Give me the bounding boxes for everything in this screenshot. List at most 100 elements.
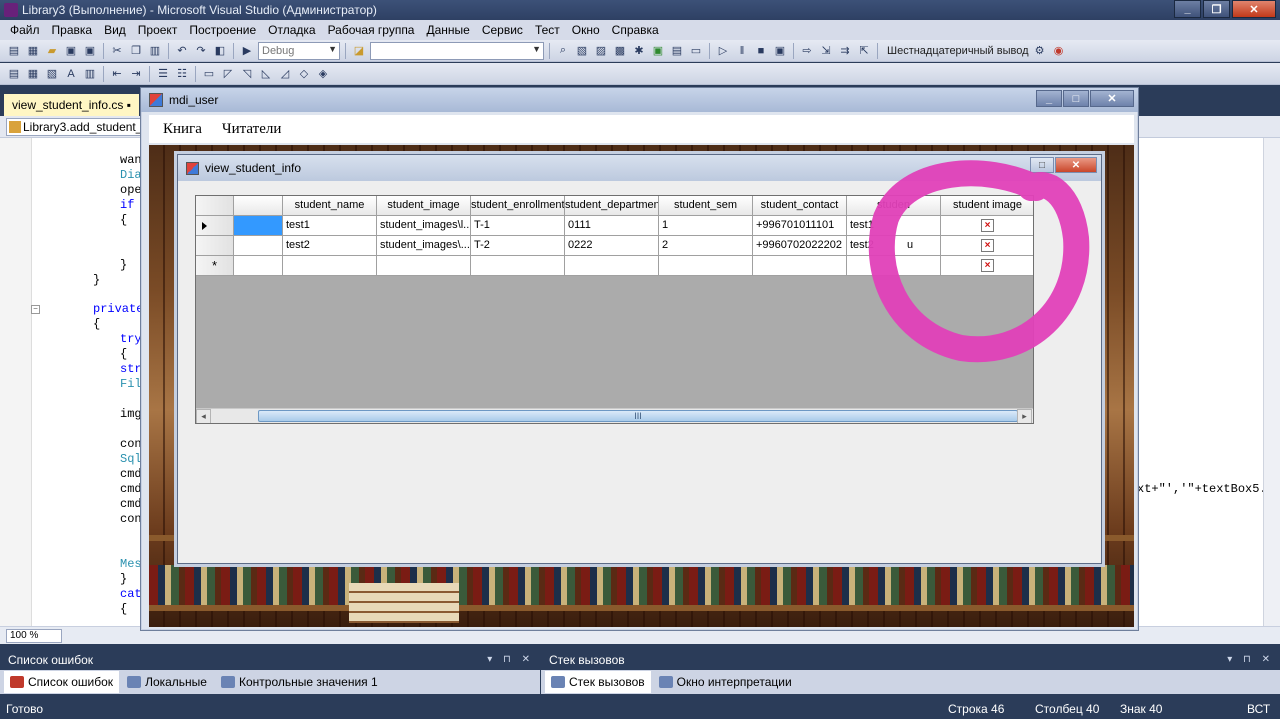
bookmark-window-icon[interactable]: ◈ [315, 66, 331, 82]
cell-student-name[interactable] [283, 256, 377, 276]
menu-build[interactable]: Построение [183, 23, 262, 37]
comment-lines-icon[interactable]: ☰ [155, 66, 171, 82]
child-title-bar[interactable]: view_student_info □ ✕ [178, 155, 1101, 181]
new-row-header[interactable]: * [196, 256, 234, 276]
continue-icon[interactable]: ▷ [715, 43, 731, 59]
scroll-right-arrow-icon[interactable]: ▸ [1017, 409, 1032, 423]
find-in-files-icon[interactable]: ◪ [351, 43, 367, 59]
cell-contact[interactable] [753, 256, 847, 276]
editor-vertical-scrollbar[interactable] [1263, 138, 1280, 626]
column-header-student-sem[interactable]: student_sem [659, 196, 753, 216]
menu-edit[interactable]: Правка [46, 23, 99, 37]
menu-help[interactable]: Справка [606, 23, 665, 37]
copy-icon[interactable]: ❐ [128, 43, 144, 59]
mdi-title-bar[interactable]: mdi_user _ □ ✕ [141, 88, 1138, 112]
cell-sem[interactable] [659, 256, 753, 276]
object-browser-icon[interactable]: ▩ [612, 43, 628, 59]
cell-contact[interactable]: +9960702022202 [753, 236, 847, 256]
save-icon[interactable]: ▣ [63, 43, 79, 59]
menu-data[interactable]: Данные [420, 23, 475, 37]
show-next-statement-icon[interactable]: ⇨ [799, 43, 815, 59]
cell-department[interactable] [565, 256, 659, 276]
cell-blank[interactable] [234, 236, 283, 256]
toolbox-icon[interactable]: ✱ [631, 43, 647, 59]
cell-contact[interactable]: +996701011101 [753, 216, 847, 236]
type-combo[interactable]: Library3.add_student_i [6, 118, 146, 136]
bookmark-toggle-icon[interactable]: ▭ [201, 66, 217, 82]
redo-icon[interactable]: ↷ [193, 43, 209, 59]
cell-enrollment[interactable]: T-2 [471, 236, 565, 256]
cell-image[interactable]: × [941, 216, 1033, 236]
bookmark-next-icon[interactable]: ◹ [239, 66, 255, 82]
cell-truncated-column[interactable]: test1 [847, 216, 941, 236]
tab-watch-1[interactable]: Контрольные значения 1 [215, 671, 384, 693]
cell-image[interactable]: × [941, 236, 1033, 256]
cell-student-image-path[interactable]: student_images\l... [377, 216, 471, 236]
list-members-icon[interactable]: ▤ [6, 66, 22, 82]
maximize-button[interactable]: ❐ [1203, 0, 1230, 18]
menu-view[interactable]: Вид [98, 23, 132, 37]
command-window-icon[interactable]: ▭ [688, 43, 704, 59]
undo-icon[interactable]: ↶ [174, 43, 190, 59]
menu-debug[interactable]: Отладка [262, 23, 321, 37]
menu-test[interactable]: Тест [529, 23, 566, 37]
column-header-student-truncated[interactable]: studen [847, 196, 941, 216]
break-all-icon[interactable]: ‖ [734, 43, 750, 59]
column-header-student-name[interactable]: student_name [283, 196, 377, 216]
properties-icon[interactable]: ▨ [593, 43, 609, 59]
cell-blank[interactable] [234, 256, 283, 276]
bookmark-clear-icon[interactable]: ◇ [296, 66, 312, 82]
table-row[interactable]: test1 student_images\l... T-1 0111 1 +99… [196, 216, 1033, 236]
cell-sem[interactable]: 2 [659, 236, 753, 256]
cell-student-name[interactable]: test1 [283, 216, 377, 236]
cell-truncated-column[interactable]: test2 u [847, 236, 941, 256]
add-item-icon[interactable]: ▦ [25, 43, 41, 59]
cell-enrollment[interactable]: T-1 [471, 216, 565, 236]
scroll-thumb[interactable]: III [258, 410, 1018, 422]
stop-debug-icon[interactable]: ■ [753, 43, 769, 59]
step-into-icon[interactable]: ⇲ [818, 43, 834, 59]
tab-call-stack[interactable]: Стек вызовов [545, 671, 651, 693]
cell-student-image-path[interactable]: student_images\... [377, 236, 471, 256]
decrease-indent-icon[interactable]: ⇤ [109, 66, 125, 82]
row-header[interactable] [196, 216, 234, 236]
selected-cell[interactable] [234, 216, 283, 236]
new-project-icon[interactable]: ▤ [6, 43, 22, 59]
tab-locals[interactable]: Локальные [121, 671, 213, 693]
scroll-left-arrow-icon[interactable]: ◂ [196, 409, 211, 423]
column-header-student-image[interactable]: student_image [377, 196, 471, 216]
grid-corner-header[interactable] [196, 196, 234, 216]
step-over-icon[interactable]: ⇉ [837, 43, 853, 59]
menu-books[interactable]: Книга [163, 121, 202, 138]
tab-error-list[interactable]: Список ошибок [4, 671, 120, 693]
column-header-student-department[interactable]: student_departmen [565, 196, 659, 216]
close-button[interactable]: ✕ [1055, 157, 1097, 173]
column-header-student-enrollment[interactable]: student_enrollment_ [471, 196, 565, 216]
tab-immediate-window[interactable]: Окно интерпретации [653, 671, 798, 693]
column-header-student-contact[interactable]: student_contact [753, 196, 847, 216]
extension-manager-icon[interactable]: ▤ [669, 43, 685, 59]
output-settings-icon[interactable]: ⚙ [1032, 43, 1048, 59]
cell-image[interactable]: × [941, 256, 1033, 276]
doc-tab-view-student-info[interactable]: view_student_info.cs ▪ [4, 94, 140, 116]
new-row[interactable]: * × [196, 256, 1033, 276]
cell-department[interactable]: 0111 [565, 216, 659, 236]
menu-tools[interactable]: Сервис [476, 23, 529, 37]
start-debug-icon[interactable]: ▶ [239, 43, 255, 59]
cell-department[interactable]: 0222 [565, 236, 659, 256]
menu-project[interactable]: Проект [132, 23, 184, 37]
paste-icon[interactable]: ▥ [147, 43, 163, 59]
grid-horizontal-scrollbar[interactable]: ◂ III ▸ [196, 408, 1033, 423]
pane-controls[interactable]: ▾ ⊓ ✕ [1227, 652, 1274, 668]
uncomment-lines-icon[interactable]: ☷ [174, 66, 190, 82]
cell-student-name[interactable]: test2 [283, 236, 377, 256]
zoom-combo[interactable]: 100 % [6, 628, 62, 643]
close-button[interactable]: ✕ [1232, 0, 1276, 18]
minimize-button[interactable]: _ [1174, 0, 1201, 18]
find-icon[interactable]: ⌕ [555, 43, 571, 59]
bookmark-prev-folder-icon[interactable]: ◺ [258, 66, 274, 82]
menu-file[interactable]: Файл [4, 23, 46, 37]
step-out-icon[interactable]: ⇱ [856, 43, 872, 59]
bookmark-prev-icon[interactable]: ◸ [220, 66, 236, 82]
parameter-info-icon[interactable]: ▦ [25, 66, 41, 82]
